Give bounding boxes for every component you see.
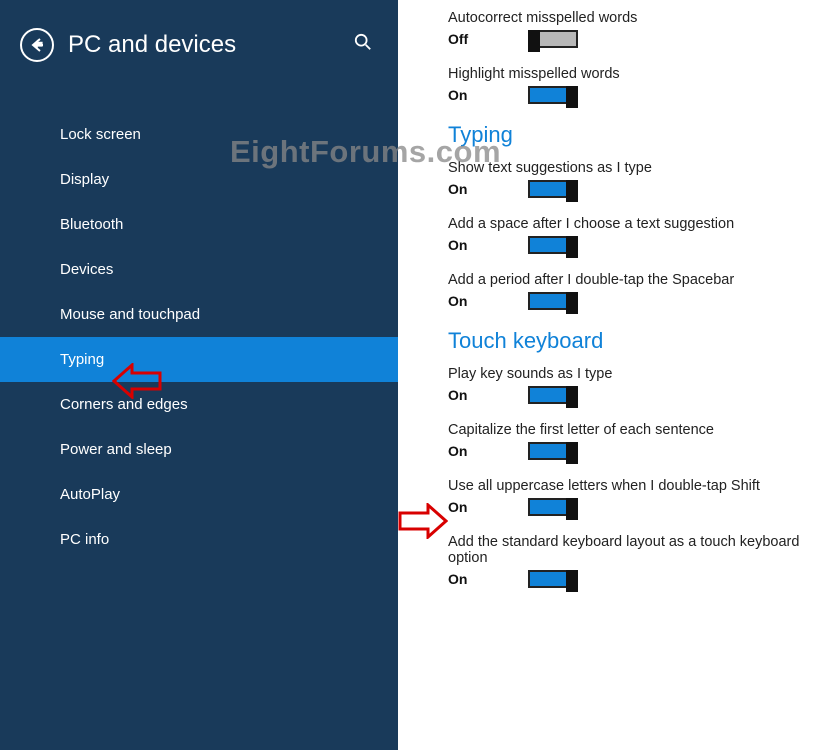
sidebar-item-bluetooth[interactable]: Bluetooth xyxy=(0,202,398,247)
toggle-handle xyxy=(528,30,540,52)
setting-label: Add the standard keyboard layout as a to… xyxy=(448,534,839,566)
sidebar-item-label: Mouse and touchpad xyxy=(60,306,200,323)
section-title: Typing xyxy=(448,122,839,148)
setting-row: On xyxy=(448,180,839,198)
back-button[interactable] xyxy=(20,28,54,62)
toggle-handle xyxy=(566,86,578,108)
sidebar-item-autoplay[interactable]: AutoPlay xyxy=(0,472,398,517)
sidebar-item-pc-info[interactable]: PC info xyxy=(0,517,398,562)
sidebar-item-display[interactable]: Display xyxy=(0,157,398,202)
setting-row: On xyxy=(448,442,839,460)
toggle-switch[interactable] xyxy=(528,442,578,460)
toggle-switch[interactable] xyxy=(528,386,578,404)
sidebar-item-corners-and-edges[interactable]: Corners and edges xyxy=(0,382,398,427)
setting-state: Off xyxy=(448,31,528,47)
back-arrow-icon xyxy=(29,37,45,53)
setting-state: On xyxy=(448,571,528,587)
setting-label: Use all uppercase letters when I double-… xyxy=(448,478,839,494)
setting-row: On xyxy=(448,236,839,254)
setting: Capitalize the first letter of each sent… xyxy=(448,422,839,460)
toggle-handle xyxy=(566,442,578,464)
sidebar-items: Lock screen Display Bluetooth Devices Mouse … xyxy=(0,112,398,562)
setting: Use all uppercase letters when I double-… xyxy=(448,478,839,516)
sidebar-item-label: Devices xyxy=(60,261,113,278)
setting-state: On xyxy=(448,387,528,403)
search-button[interactable] xyxy=(354,33,378,57)
setting: Play key sounds as I type On xyxy=(448,366,839,404)
sidebar-item-label: Corners and edges xyxy=(60,396,188,413)
setting: Add a period after I double-tap the Spac… xyxy=(448,272,839,310)
setting-state: On xyxy=(448,499,528,515)
sidebar-item-devices[interactable]: Devices xyxy=(0,247,398,292)
toggle-switch[interactable] xyxy=(528,498,578,516)
setting-label: Capitalize the first letter of each sent… xyxy=(448,422,839,438)
setting-label: Add a period after I double-tap the Spac… xyxy=(448,272,839,288)
toggle-switch[interactable] xyxy=(528,292,578,310)
sidebar: PC and devices Lock screen Display Bluetoo… xyxy=(0,0,398,750)
sidebar-item-label: Typing xyxy=(60,351,104,368)
setting-row: On xyxy=(448,386,839,404)
sidebar-item-power-and-sleep[interactable]: Power and sleep xyxy=(0,427,398,472)
toggle-switch[interactable] xyxy=(528,86,578,104)
toggle-switch[interactable] xyxy=(528,570,578,588)
setting-label: Highlight misspelled words xyxy=(448,66,839,82)
toggle-switch[interactable] xyxy=(528,180,578,198)
sidebar-item-lock-screen[interactable]: Lock screen xyxy=(0,112,398,157)
sidebar-item-label: PC info xyxy=(60,531,109,548)
sidebar-header: PC and devices xyxy=(0,0,398,82)
setting-row: On xyxy=(448,292,839,310)
setting-state: On xyxy=(448,87,528,103)
toggle-handle xyxy=(566,386,578,408)
setting-label: Autocorrect misspelled words xyxy=(448,10,839,26)
search-icon xyxy=(354,33,372,51)
setting-state: On xyxy=(448,293,528,309)
setting-row: On xyxy=(448,570,839,588)
sidebar-item-mouse-and-touchpad[interactable]: Mouse and touchpad xyxy=(0,292,398,337)
toggle-switch[interactable] xyxy=(528,30,578,48)
setting-state: On xyxy=(448,181,528,197)
setting: Add a space after I choose a text sugges… xyxy=(448,216,839,254)
sidebar-title: PC and devices xyxy=(68,31,354,59)
setting-label: Play key sounds as I type xyxy=(448,366,839,382)
setting-state: On xyxy=(448,237,528,253)
setting: Autocorrect misspelled words Off xyxy=(448,10,839,48)
toggle-handle xyxy=(566,236,578,258)
sidebar-item-label: Display xyxy=(60,171,109,188)
toggle-handle xyxy=(566,570,578,592)
sidebar-item-label: Bluetooth xyxy=(60,216,123,233)
setting-label: Add a space after I choose a text sugges… xyxy=(448,216,839,232)
setting: Highlight misspelled words On xyxy=(448,66,839,104)
setting-label: Show text suggestions as I type xyxy=(448,160,839,176)
setting-row: Off xyxy=(448,30,839,48)
section-title: Touch keyboard xyxy=(448,328,839,354)
sidebar-item-label: AutoPlay xyxy=(60,486,120,503)
toggle-handle xyxy=(566,180,578,202)
sidebar-item-label: Lock screen xyxy=(60,126,141,143)
setting-row: On xyxy=(448,86,839,104)
content-panel: Autocorrect misspelled words Off Highlight… xyxy=(398,0,839,750)
setting-state: On xyxy=(448,443,528,459)
toggle-handle xyxy=(566,292,578,314)
setting: Show text suggestions as I type On xyxy=(448,160,839,198)
toggle-handle xyxy=(566,498,578,520)
setting-row: On xyxy=(448,498,839,516)
setting: Add the standard keyboard layout as a to… xyxy=(448,534,839,588)
sidebar-item-label: Power and sleep xyxy=(60,441,172,458)
sidebar-item-typing[interactable]: Typing xyxy=(0,337,398,382)
toggle-switch[interactable] xyxy=(528,236,578,254)
